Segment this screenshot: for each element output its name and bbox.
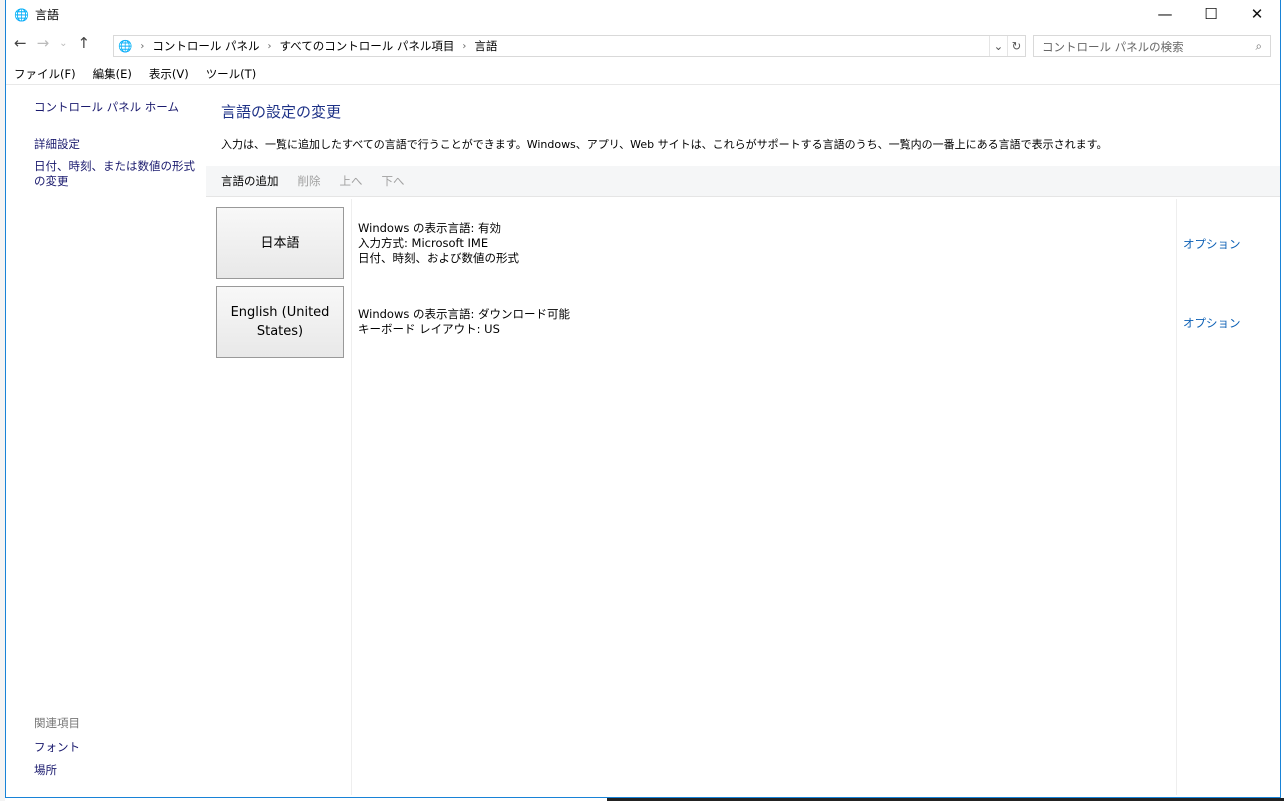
globe-language-icon: 🌐 <box>14 7 29 22</box>
breadcrumb-control-panel[interactable]: コントロール パネル <box>152 38 259 54</box>
info-line: キーボード レイアウト: US <box>358 322 500 336</box>
remove-button[interactable]: 削除 <box>298 173 321 189</box>
page-description: 入力は、一覧に追加したすべての言語で行うことができます。Windows、アプリ、… <box>221 138 1108 151</box>
related-fonts[interactable]: フォント <box>34 739 80 755</box>
back-arrow-icon[interactable]: ← <box>14 34 27 52</box>
options-link[interactable]: オプション <box>1183 236 1241 252</box>
language-window: 🌐 言語 — ☐ ✕ ← → ⌄ ↑ 🌐 › コントロール パネル › すべてのコ… <box>5 0 1281 798</box>
address-bar[interactable]: 🌐 › コントロール パネル › すべてのコントロール パネル項目 › 言語 ⌄… <box>113 35 1026 57</box>
close-button[interactable]: ✕ <box>1234 0 1280 28</box>
recent-chevron-down-icon[interactable]: ⌄ <box>59 38 67 49</box>
language-japanese[interactable]: 日本語 <box>216 207 344 279</box>
refresh-icon[interactable]: ↻ <box>1007 36 1025 56</box>
info-line: 入力方式: Microsoft IME <box>358 236 489 250</box>
breadcrumb-all-items[interactable]: すべてのコントロール パネル項目 <box>279 38 454 54</box>
move-up-button[interactable]: 上へ <box>340 173 363 189</box>
search-input[interactable]: コントロール パネルの検索 ⌕ <box>1033 35 1271 57</box>
move-down-button[interactable]: 下へ <box>382 173 405 189</box>
window-title: 言語 <box>34 8 59 22</box>
chevron-right-icon: › <box>462 40 467 52</box>
info-line: Windows の表示言語: ダウンロード可能 <box>358 307 571 321</box>
options-link[interactable]: オプション <box>1183 315 1241 331</box>
language-english[interactable]: English (United States) <box>216 286 344 358</box>
search-placeholder: コントロール パネルの検索 <box>1042 40 1184 54</box>
page-title: 言語の設定の変更 <box>221 103 342 121</box>
minimize-button[interactable]: — <box>1142 0 1188 28</box>
menu-file[interactable]: ファイル(F) <box>14 66 76 82</box>
info-line: Windows の表示言語: 有効 <box>358 221 502 235</box>
breadcrumb-language[interactable]: 言語 <box>474 38 497 54</box>
language-toolbar: 言語の追加 削除 上へ 下へ <box>206 166 1280 197</box>
sidebar-advanced-settings[interactable]: 詳細設定 <box>34 136 80 152</box>
search-icon[interactable]: ⌕ <box>1256 39 1262 53</box>
menu-view[interactable]: 表示(V) <box>149 66 189 82</box>
language-info: Windows の表示言語: ダウンロード可能 キーボード レイアウト: US <box>358 307 570 337</box>
up-arrow-icon[interactable]: ↑ <box>78 34 91 52</box>
menu-tools[interactable]: ツール(T) <box>206 66 257 82</box>
chevron-down-icon[interactable]: ⌄ <box>989 36 1007 56</box>
divider <box>351 199 352 795</box>
maximize-button[interactable]: ☐ <box>1188 0 1234 28</box>
menu-edit[interactable]: 編集(E) <box>93 66 132 82</box>
chevron-right-icon: › <box>267 40 272 52</box>
language-name: English (United States) <box>230 305 330 339</box>
related-heading: 関連項目 <box>34 716 80 730</box>
chevron-right-icon: › <box>140 40 145 52</box>
divider <box>6 84 1280 85</box>
title-bar: 🌐 言語 <box>14 6 59 23</box>
sidebar-date-time-format[interactable]: 日付、時刻、または数値の形式の変更 <box>34 159 204 189</box>
language-info: Windows の表示言語: 有効 入力方式: Microsoft IME 日付… <box>358 221 519 266</box>
info-line: 日付、時刻、および数値の形式 <box>358 251 519 265</box>
forward-arrow-icon[interactable]: → <box>37 34 50 52</box>
add-language-button[interactable]: 言語の追加 <box>221 173 279 189</box>
globe-language-icon: 🌐 <box>118 39 133 53</box>
sidebar-control-panel-home[interactable]: コントロール パネル ホーム <box>34 99 179 115</box>
divider <box>1176 199 1177 795</box>
language-name: 日本語 <box>260 235 300 251</box>
related-location[interactable]: 場所 <box>34 762 57 778</box>
